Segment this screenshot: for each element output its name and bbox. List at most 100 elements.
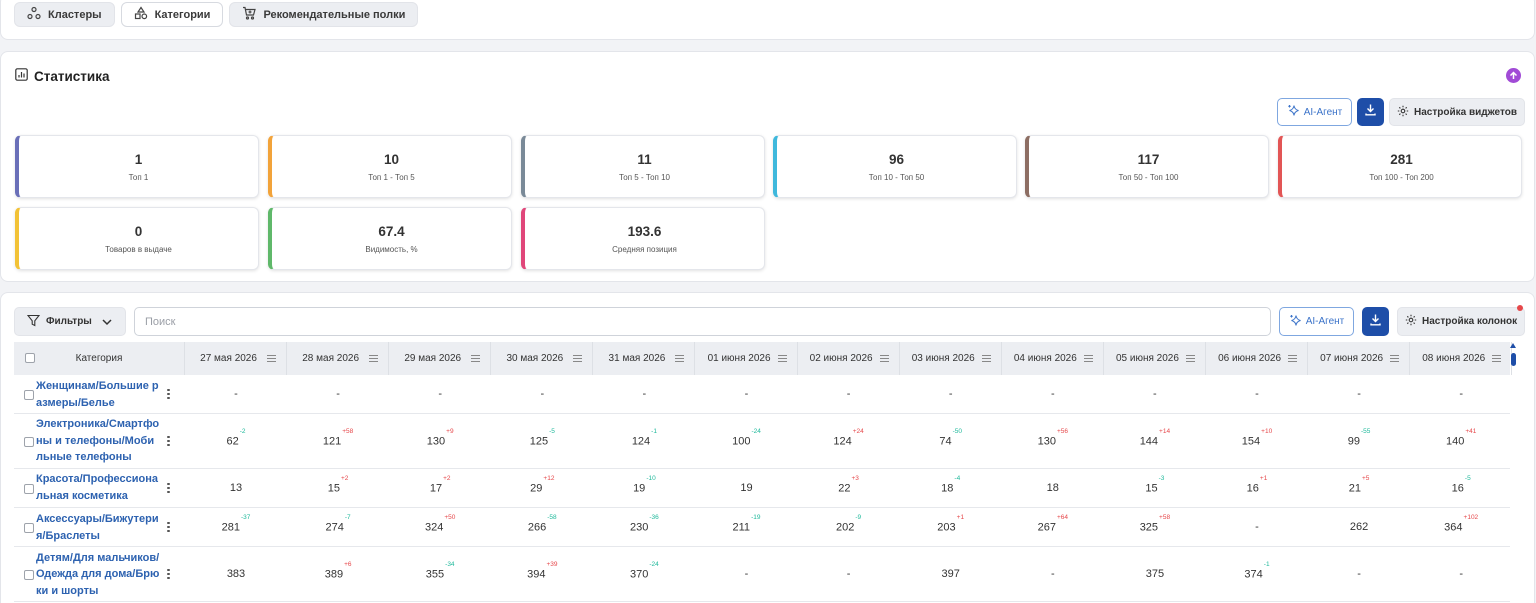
row-menu-icon[interactable] xyxy=(167,521,170,534)
categories-button[interactable]: Категории xyxy=(120,2,224,27)
column-menu-icon[interactable] xyxy=(1288,355,1298,362)
position-delta: +9 xyxy=(446,427,454,435)
category-link[interactable]: Аксессуары/Бижутерия/Браслеты xyxy=(36,511,160,544)
category-header-label: Категория xyxy=(75,353,123,364)
widget-settings-button[interactable]: Настройка виджетов xyxy=(1389,98,1526,126)
position-value: - xyxy=(540,387,545,400)
position-delta: -9 xyxy=(855,513,862,521)
row-checkbox[interactable] xyxy=(24,436,34,447)
table-download-button[interactable] xyxy=(1362,307,1389,336)
recommendation-shelves-button[interactable]: Рекомендательные полки xyxy=(229,2,419,27)
scroll-up-arrow[interactable] xyxy=(1510,343,1516,348)
row-menu-icon[interactable] xyxy=(167,568,170,581)
date-column-header[interactable]: 06 июня 2026 xyxy=(1206,342,1309,375)
position-value: 364 xyxy=(1444,521,1463,534)
position-cell: - xyxy=(1206,521,1308,533)
position-cell: - xyxy=(798,568,900,580)
recommendation-shelves-label: Рекомендательные полки xyxy=(263,8,406,21)
category-link[interactable]: Электроника/Смартфоны и телефоны/Мобильн… xyxy=(36,416,160,466)
column-menu-icon[interactable] xyxy=(1185,355,1195,362)
position-value: 18 xyxy=(941,482,954,495)
position-cell: 17+2 xyxy=(389,475,491,495)
row-menu-icon[interactable] xyxy=(167,388,170,401)
category-link[interactable]: Женщинам/Большие размеры/Белье xyxy=(36,378,160,411)
row-checkbox[interactable] xyxy=(24,483,34,494)
stats-ai-agent-button[interactable]: AI-Агент xyxy=(1277,98,1352,126)
select-all-checkbox[interactable] xyxy=(25,353,35,363)
position-cell: 374-1 xyxy=(1206,561,1308,581)
date-column-header[interactable]: 29 мая 2026 xyxy=(389,342,492,375)
position-value: 130 xyxy=(426,435,446,448)
position-cell: 266-58 xyxy=(491,514,593,534)
date-column-header[interactable]: 27 мая 2026 xyxy=(185,342,288,375)
position-value: 29 xyxy=(530,482,543,495)
row-checkbox[interactable] xyxy=(24,569,34,580)
collapse-button[interactable] xyxy=(1506,68,1521,83)
table-ai-agent-button[interactable]: AI-Агент xyxy=(1279,307,1354,336)
gear-icon xyxy=(1397,105,1409,120)
column-menu-icon[interactable] xyxy=(981,355,991,362)
column-menu-icon[interactable] xyxy=(675,355,685,362)
column-menu-icon[interactable] xyxy=(573,355,583,362)
column-menu-icon[interactable] xyxy=(1390,355,1400,362)
view-switcher: Кластеры Категории Рекомендательные полк… xyxy=(14,2,419,27)
column-menu-icon[interactable] xyxy=(471,355,481,362)
position-cell: 324+50 xyxy=(389,514,491,534)
date-column-header[interactable]: 31 мая 2026 xyxy=(593,342,696,375)
position-value: 62 xyxy=(226,435,239,448)
position-value: 394 xyxy=(527,568,546,581)
clusters-button[interactable]: Кластеры xyxy=(14,2,115,27)
position-value: - xyxy=(744,567,749,580)
position-delta: +39 xyxy=(546,560,558,568)
column-menu-icon[interactable] xyxy=(879,355,889,362)
date-column-header[interactable]: 01 июня 2026 xyxy=(696,342,798,375)
row-menu-icon[interactable] xyxy=(167,435,170,448)
column-menu-icon[interactable] xyxy=(777,355,787,362)
position-value: 383 xyxy=(226,567,246,580)
date-column-header[interactable]: 05 июня 2026 xyxy=(1104,342,1206,375)
position-delta: +2 xyxy=(443,474,451,482)
position-value: 13 xyxy=(229,481,243,494)
row-checkbox[interactable] xyxy=(24,522,34,533)
column-menu-icon[interactable] xyxy=(369,355,379,362)
chevron-down-icon xyxy=(101,316,113,328)
position-value: 281 xyxy=(221,521,240,534)
column-menu-icon[interactable] xyxy=(1492,355,1502,362)
column-menu-icon[interactable] xyxy=(1083,355,1093,362)
position-delta: -5 xyxy=(549,427,555,435)
date-column-header[interactable]: 07 июня 2026 xyxy=(1308,342,1411,375)
category-link[interactable]: Красота/Профессиональная косметика xyxy=(36,471,160,504)
vertical-scrollbar[interactable] xyxy=(1511,353,1516,366)
table-row: Аксессуары/Бижутерия/Браслеты 281-37 274-7… xyxy=(14,508,1510,547)
position-delta: +1 xyxy=(956,513,965,521)
column-menu-icon[interactable] xyxy=(267,355,277,362)
position-cell: 18 xyxy=(1002,482,1104,494)
stat-value: 0 xyxy=(134,224,143,239)
date-column-header[interactable]: 03 июня 2026 xyxy=(900,342,1002,375)
date-column-header[interactable]: 08 июня 2026 xyxy=(1410,342,1513,375)
position-cell: 100-24 xyxy=(696,428,798,448)
search-input[interactable] xyxy=(134,307,1271,336)
filters-button[interactable]: Фильтры xyxy=(14,307,126,336)
column-settings-button[interactable]: Настройка колонок xyxy=(1397,307,1526,336)
position-value: 267 xyxy=(1037,521,1056,534)
bar-chart-icon xyxy=(15,68,28,84)
position-cell: 15-3 xyxy=(1104,475,1206,495)
row-menu-icon[interactable] xyxy=(167,482,170,495)
date-column-header[interactable]: 02 июня 2026 xyxy=(798,342,900,375)
position-cell: - xyxy=(1308,568,1410,580)
stat-value: 67.4 xyxy=(378,224,405,239)
category-column-header[interactable]: Категория xyxy=(14,342,185,375)
arrow-up-icon xyxy=(1509,67,1518,85)
position-value: 274 xyxy=(325,521,344,534)
category-link[interactable]: Детям/Для мальчиков/Одежда для дома/Брюк… xyxy=(36,550,160,600)
row-checkbox[interactable] xyxy=(24,389,34,400)
date-column-header[interactable]: 28 мая 2026 xyxy=(287,342,390,375)
position-cell: - xyxy=(798,388,900,400)
date-column-header[interactable]: 04 июня 2026 xyxy=(1002,342,1104,375)
date-column-header[interactable]: 30 мая 2026 xyxy=(491,342,594,375)
position-value: - xyxy=(744,387,749,400)
position-cell: 124-1 xyxy=(593,428,695,448)
stats-download-button[interactable] xyxy=(1357,98,1384,126)
filters-label: Фильтры xyxy=(46,316,92,327)
